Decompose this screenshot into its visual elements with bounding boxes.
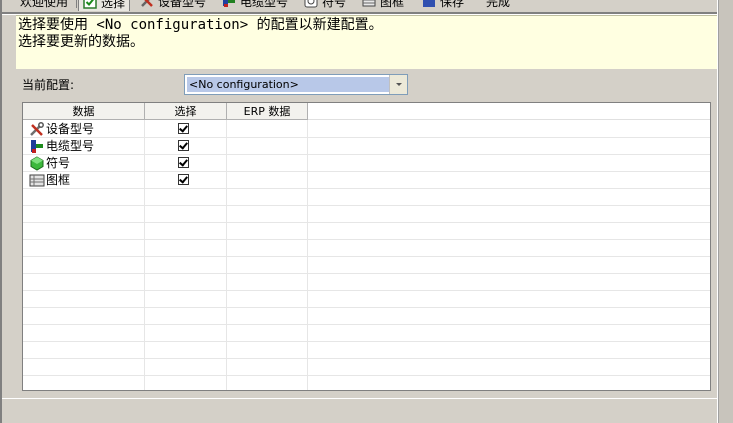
tab-finish-label: 完成 (486, 0, 511, 9)
symbol-icon (304, 0, 318, 8)
tab-frame-label: 图框 (380, 0, 405, 9)
row-name-cell: 设备型号 (29, 122, 94, 137)
empty-row (23, 308, 710, 325)
tab-save-label: 保存 (440, 0, 465, 9)
tools-icon (140, 0, 154, 8)
instruction-line-2: 选择要更新的数据。 (18, 34, 144, 50)
column-header-data[interactable]: 数据 (23, 103, 145, 120)
table-row[interactable]: 设备型号 (23, 121, 710, 138)
instruction-panel: 选择要使用 <No configuration> 的配置以新建配置。 选择要更新… (16, 15, 717, 69)
window-right-border (717, 0, 733, 423)
tab-select[interactable]: 选择 (78, 0, 131, 11)
empty-row (23, 223, 710, 240)
wizard-tab-bar: 欢迎使用 选择 设备型号 电缆型号 符号 图框 保存 完成 (0, 0, 717, 12)
table-row[interactable]: 图框 (23, 172, 710, 189)
tab-finish[interactable]: 完成 (486, 0, 510, 10)
table-row[interactable]: 电缆型号 (23, 138, 710, 155)
tab-separator (76, 0, 77, 8)
empty-row (23, 189, 710, 206)
checkbox-icon (83, 0, 97, 9)
row-name-cell: 图框 (29, 173, 70, 188)
column-header-erp[interactable]: ERP 数据 (227, 103, 308, 120)
tab-device-type-label: 设备型号 (158, 0, 207, 9)
empty-row (23, 206, 710, 223)
column-header-filler (308, 103, 710, 120)
frame-icon (362, 0, 376, 8)
panel-bottom-divider (2, 398, 717, 399)
tab-symbol[interactable]: 符号 (304, 0, 346, 10)
row-name: 设备型号 (46, 122, 95, 136)
column-header-select[interactable]: 选择 (145, 103, 227, 120)
row-name: 符号 (46, 156, 71, 170)
row-select-checkbox[interactable] (178, 123, 189, 134)
current-config-label: 当前配置: (22, 78, 75, 92)
row-select-checkbox[interactable] (178, 174, 189, 185)
tab-welcome[interactable]: 欢迎使用 (20, 0, 68, 10)
data-grid: 数据 选择 ERP 数据 设备型号 电缆型号 符号 图框 (22, 102, 711, 391)
cable-icon (222, 0, 236, 8)
tab-select-label: 选择 (101, 0, 126, 10)
save-icon (422, 0, 436, 8)
window-edge (0, 0, 2, 423)
tab-symbol-label: 符号 (322, 0, 347, 9)
dropdown-arrow-button[interactable] (389, 75, 407, 94)
symbol-icon (29, 156, 45, 171)
empty-row (23, 240, 710, 257)
row-name-cell: 符号 (29, 156, 70, 171)
tab-device-type[interactable]: 设备型号 (140, 0, 206, 10)
row-select-checkbox[interactable] (178, 140, 189, 151)
empty-row (23, 274, 710, 291)
tab-frame[interactable]: 图框 (362, 0, 404, 10)
cable-icon (29, 139, 45, 154)
chevron-down-icon (395, 83, 402, 86)
row-name: 电缆型号 (46, 139, 95, 153)
tab-cable-type[interactable]: 电缆型号 (222, 0, 288, 10)
row-name: 图框 (46, 173, 71, 187)
grid-header: 数据 选择 ERP 数据 (23, 103, 710, 121)
wizard-window: 欢迎使用 选择 设备型号 电缆型号 符号 图框 保存 完成 选择要使用 <No … (0, 0, 733, 423)
tools-icon (29, 122, 45, 137)
tab-welcome-label: 欢迎使用 (20, 0, 69, 9)
table-row[interactable]: 符号 (23, 155, 710, 172)
config-dropdown[interactable]: <No configuration> (184, 74, 408, 95)
row-select-checkbox[interactable] (178, 157, 189, 168)
empty-row (23, 359, 710, 376)
empty-row (23, 325, 710, 342)
tab-save[interactable]: 保存 (422, 0, 464, 10)
instruction-line-1: 选择要使用 <No configuration> 的配置以新建配置。 (18, 17, 383, 33)
config-dropdown-value: <No configuration> (187, 77, 389, 92)
row-name-cell: 电缆型号 (29, 139, 94, 154)
empty-row (23, 342, 710, 359)
frame-icon (29, 173, 45, 188)
empty-row (23, 257, 710, 274)
empty-row (23, 291, 710, 308)
tab-cable-type-label: 电缆型号 (240, 0, 289, 9)
